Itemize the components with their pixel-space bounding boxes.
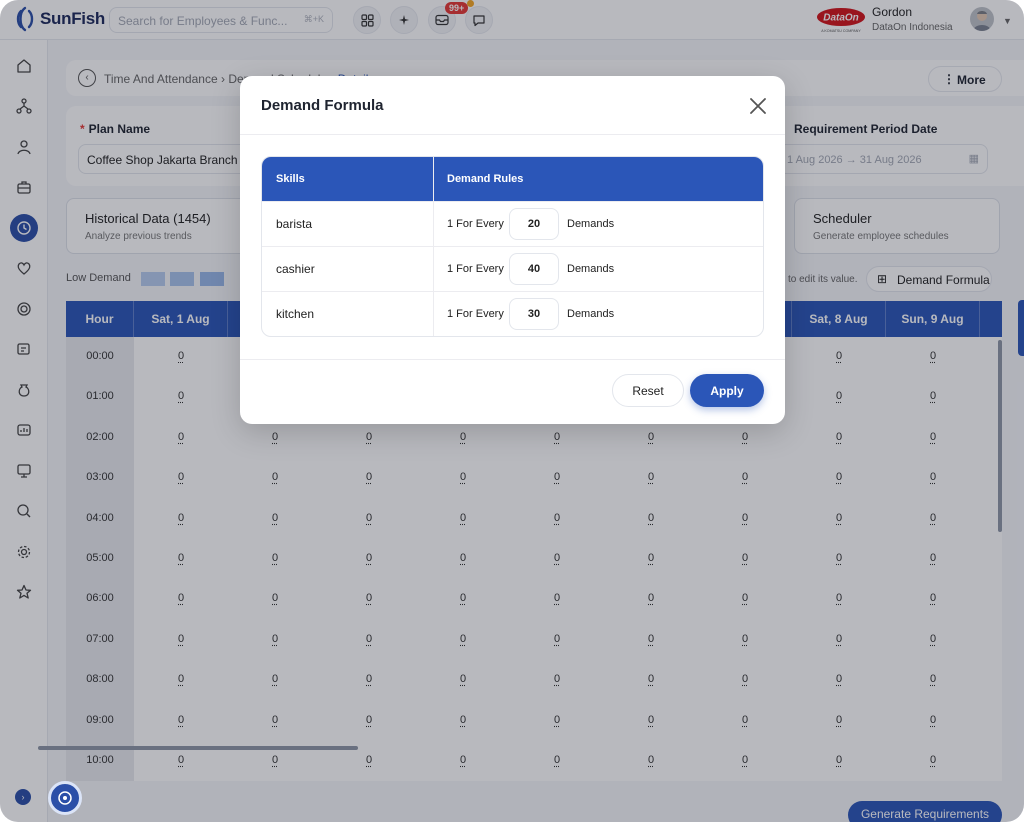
- assistant-fab-button[interactable]: [48, 781, 82, 815]
- skill-name: kitchen: [276, 307, 315, 321]
- reset-button[interactable]: Reset: [612, 374, 684, 407]
- rule-prefix: 1 For Every: [447, 218, 504, 230]
- demand-ratio-input[interactable]: [509, 208, 559, 240]
- table-header: Skills Demand Rules: [262, 157, 763, 201]
- rule-suffix: Demands: [567, 218, 615, 230]
- rule-prefix: 1 For Every: [447, 263, 504, 275]
- column-header-demand-rules: Demand Rules: [447, 173, 524, 185]
- table-row: barista 1 For Every Demands: [262, 201, 763, 246]
- skill-name: cashier: [276, 262, 315, 276]
- modal-title: Demand Formula: [261, 97, 384, 114]
- rule-suffix: Demands: [567, 308, 615, 320]
- close-icon[interactable]: [746, 94, 770, 118]
- table-row: kitchen 1 For Every Demands: [262, 291, 763, 336]
- demand-ratio-input[interactable]: [509, 253, 559, 285]
- skill-name: barista: [276, 217, 313, 231]
- divider: [240, 359, 785, 360]
- rule-prefix: 1 For Every: [447, 308, 504, 320]
- assistant-icon: [58, 791, 72, 805]
- apply-button[interactable]: Apply: [690, 374, 764, 407]
- divider: [240, 134, 785, 135]
- table-row: cashier 1 For Every Demands: [262, 246, 763, 291]
- demand-formula-modal: Demand Formula Skills Demand Rules baris…: [240, 76, 785, 424]
- skills-table: Skills Demand Rules barista 1 For Every …: [261, 156, 764, 337]
- column-divider: [433, 157, 434, 336]
- app-window: SunFish Search for Employees & Func... ⌘…: [0, 0, 1024, 822]
- rule-suffix: Demands: [567, 263, 615, 275]
- demand-ratio-input[interactable]: [509, 298, 559, 330]
- column-header-skills: Skills: [276, 173, 305, 185]
